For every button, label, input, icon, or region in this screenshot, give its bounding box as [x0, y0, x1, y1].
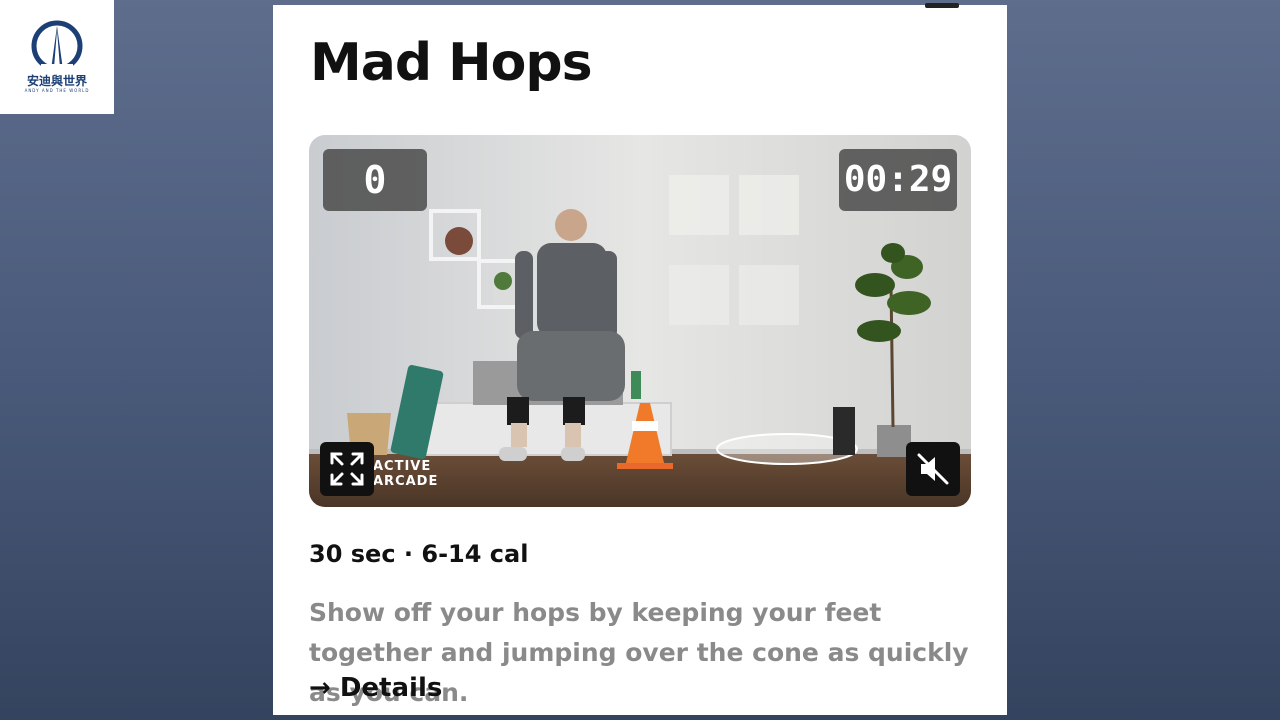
mute-button[interactable] [906, 442, 960, 496]
score-counter: 0 [323, 149, 427, 211]
tower-logo-icon [31, 20, 83, 72]
top-handle [925, 3, 959, 8]
exercise-card: Mad Hops 0 00:29 ACTIVE ARCADE 30 sec · … [273, 3, 1007, 715]
exercise-video-player[interactable]: 0 00:29 ACTIVE ARCADE [309, 135, 971, 507]
speaker-muted-icon [917, 453, 949, 485]
channel-logo: 安迪與世界 ANDY AND THE WORLD [0, 0, 114, 114]
details-link[interactable]: → Details [309, 673, 442, 703]
countdown-timer: 00:29 [839, 149, 957, 211]
fullscreen-button[interactable] [320, 442, 374, 496]
duration-calories: 30 sec · 6-14 cal [309, 540, 529, 568]
logo-english-text: ANDY AND THE WORLD [24, 88, 90, 93]
exercise-title: Mad Hops [310, 33, 593, 93]
expand-arrows-icon [330, 452, 364, 486]
logo-chinese-text: 安迪與世界 [26, 74, 87, 88]
active-arcade-watermark: ACTIVE ARCADE [373, 459, 439, 489]
